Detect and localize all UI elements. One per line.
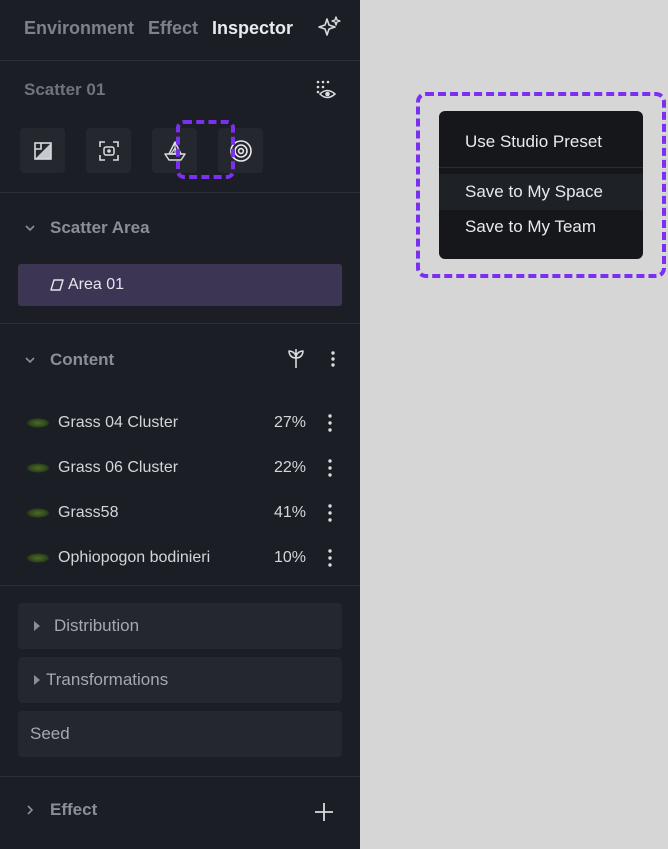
content-item-percent: 27% [273, 414, 306, 431]
seed-label: Seed [30, 724, 70, 743]
content-item[interactable]: Grass 06 Cluster 22% [26, 456, 338, 480]
sparkle-icon[interactable] [316, 15, 342, 41]
content-item-percent: 22% [273, 459, 306, 476]
content-item-name: Grass 06 Cluster [58, 459, 179, 476]
grass-thumbnail [26, 508, 50, 518]
panel-tabs: Environment Effect Inspector [24, 18, 293, 39]
content-item[interactable]: Ophiopogon bodinieri 10% [26, 546, 338, 570]
focus-tool-button[interactable] [86, 128, 131, 173]
area-tool-button[interactable] [20, 128, 65, 173]
visibility-icon[interactable] [314, 79, 336, 101]
divider [0, 60, 360, 61]
content-actions [286, 348, 336, 370]
grass-thumbnail [26, 553, 50, 563]
distribution-section[interactable]: Distribution [18, 603, 342, 649]
effect-label: Effect [50, 800, 98, 819]
menu-separator [439, 167, 643, 168]
effect-header[interactable]: Effect [24, 800, 97, 820]
seed-field[interactable]: Seed [18, 711, 342, 757]
area-tool-icon [33, 141, 52, 160]
item-menu-icon[interactable] [326, 503, 334, 523]
item-menu-icon[interactable] [326, 413, 334, 433]
use-studio-preset-item[interactable]: Use Studio Preset [439, 124, 643, 160]
chevron-down-icon [25, 357, 35, 364]
divider [0, 585, 360, 586]
chevron-right-icon [27, 805, 34, 815]
content-label: Content [50, 350, 115, 369]
distribution-label: Distribution [54, 616, 140, 635]
content-item[interactable]: Grass58 41% [26, 501, 338, 525]
object-title: Scatter 01 [24, 80, 106, 99]
content-header[interactable]: Content [24, 350, 114, 370]
scatter-area-label: Scatter Area [50, 218, 150, 237]
content-item-name: Ophiopogon bodinieri [58, 549, 211, 566]
item-menu-icon[interactable] [326, 458, 334, 478]
chevron-down-icon [25, 225, 35, 232]
content-item[interactable]: Grass 04 Cluster 27% [26, 411, 338, 435]
save-to-my-team-item[interactable]: Save to My Team [439, 209, 643, 245]
area-item-label: Area 01 [68, 276, 125, 293]
tab-effect[interactable]: Effect [148, 18, 198, 39]
scatter-area-header[interactable]: Scatter Area [24, 218, 150, 238]
tab-inspector[interactable]: Inspector [212, 18, 293, 39]
divider [0, 776, 360, 777]
grass-thumbnail [26, 418, 50, 428]
caret-right-icon [34, 621, 40, 631]
divider [0, 192, 360, 193]
area-shape-icon [50, 279, 64, 291]
selected-tool-highlight [176, 120, 235, 179]
save-to-my-space-item[interactable]: Save to My Space [439, 174, 643, 210]
content-item-percent: 10% [273, 549, 306, 566]
grass-thumbnail [26, 463, 50, 473]
content-item-name: Grass58 [58, 504, 119, 521]
tab-environment[interactable]: Environment [24, 18, 134, 39]
focus-tool-icon [98, 140, 119, 161]
item-menu-icon[interactable] [326, 548, 334, 568]
content-item-name: Grass 04 Cluster [58, 414, 179, 431]
content-item-percent: 41% [273, 504, 306, 521]
area-list-item[interactable]: Area 01 [18, 264, 342, 306]
more-options-icon[interactable] [330, 350, 336, 368]
divider [0, 323, 360, 324]
plant-icon[interactable] [286, 348, 306, 370]
transformations-section[interactable]: Transformations [18, 657, 342, 703]
add-icon[interactable] [314, 802, 334, 822]
transformations-label: Transformations [46, 670, 169, 689]
preset-menu: Use Studio Preset Save to My Space Save … [439, 111, 643, 259]
caret-right-icon [34, 675, 40, 685]
